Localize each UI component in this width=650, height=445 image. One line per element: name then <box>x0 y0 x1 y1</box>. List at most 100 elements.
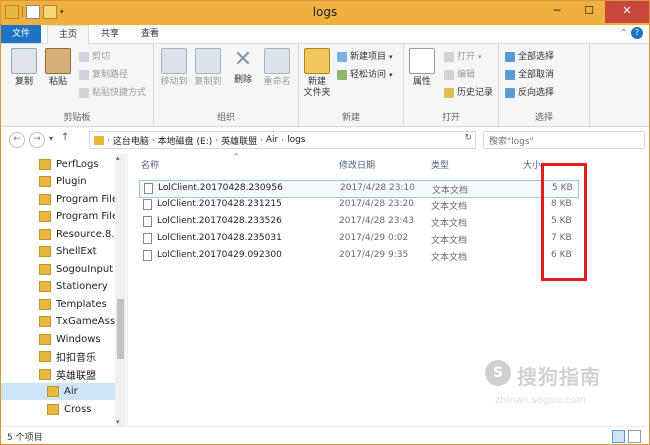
ribbon-tabs: 文件 主页 共享 查看 ⌃ ? <box>1 25 649 45</box>
column-header-name[interactable]: 名称 <box>141 158 159 171</box>
nav-item[interactable]: SogouInput <box>1 261 115 278</box>
watermark-url: zhinan.sogou.com <box>495 395 587 406</box>
collapse-ribbon-icon[interactable]: ⌃ <box>620 28 627 37</box>
nav-item[interactable]: Resource.8.9. <box>1 226 115 243</box>
nav-item[interactable]: 扣扣音乐 <box>1 348 115 365</box>
scroll-up-icon[interactable]: ▴ <box>116 154 120 162</box>
breadcrumb-air[interactable]: Air <box>266 135 278 145</box>
breadcrumb-league[interactable]: 英雄联盟 <box>221 134 257 147</box>
select-none-button[interactable]: 全部取消 <box>505 68 554 82</box>
folder-icon <box>39 159 51 170</box>
paste-button[interactable]: 粘贴 <box>43 48 73 88</box>
folder-icon <box>39 369 51 380</box>
delete-x-icon: ✕ <box>233 47 253 72</box>
invert-selection-button[interactable]: 反向选择 <box>505 86 554 100</box>
details-view-icon[interactable] <box>612 430 625 443</box>
up-button[interactable]: ↑ <box>61 132 69 143</box>
table-row[interactable]: LolClient.20170429.092300 2017/4/29 9:35… <box>139 248 577 264</box>
table-row[interactable]: LolClient.20170428.231215 2017/4/28 23:2… <box>139 197 577 213</box>
breadcrumb-this-pc[interactable]: 这台电脑 <box>113 134 149 147</box>
nav-item[interactable]: ShellExt <box>1 243 115 260</box>
item-count: 5 个项目 <box>7 433 43 443</box>
maximize-button[interactable]: ☐ <box>573 1 605 23</box>
edit-button[interactable]: 编辑 <box>444 68 475 82</box>
recent-locations-chevron-icon[interactable]: ▾ <box>49 134 53 143</box>
breadcrumb-separator-icon: › <box>260 136 263 144</box>
watermark: S 搜狗指南 zhinan.sogou.com <box>471 356 641 416</box>
easy-access-button[interactable]: 轻松访问 ▾ <box>337 68 393 82</box>
move-to-button[interactable]: 移动到 <box>158 48 190 88</box>
nav-item[interactable]: TxGameAssist <box>1 313 115 330</box>
edit-icon <box>444 70 454 80</box>
address-bar[interactable]: › 这台电脑 › 本地磁盘 (E:) › 英雄联盟 › Air › logs ↻ <box>89 131 476 149</box>
tab-share[interactable]: 共享 <box>93 25 127 43</box>
column-header-date[interactable]: 修改日期 <box>339 158 375 171</box>
copy-button[interactable]: 复制 <box>9 48 39 88</box>
nav-item[interactable]: Stationery <box>1 278 115 295</box>
nav-item[interactable]: Windows <box>1 331 115 348</box>
folder-icon <box>39 264 51 275</box>
table-row[interactable]: LolClient.20170428.233526 2017/4/28 23:4… <box>139 214 577 230</box>
delete-button[interactable]: ✕ 删除 <box>228 48 258 86</box>
new-item-button[interactable]: 新建项目 ▾ <box>337 50 393 64</box>
group-label-select: 选择 <box>534 113 553 123</box>
nav-item[interactable]: 英雄联盟 <box>1 366 115 383</box>
large-icons-view-icon[interactable] <box>628 430 641 443</box>
nav-item[interactable]: Program Files <box>1 191 115 208</box>
help-icon[interactable]: ? <box>631 27 643 39</box>
new-item-icon <box>337 52 347 62</box>
properties-button[interactable]: 属性 <box>406 48 438 88</box>
nav-item[interactable]: Cross <box>1 401 115 418</box>
close-button[interactable]: ✕ <box>605 1 649 23</box>
highlight-annotation-box <box>541 163 587 281</box>
scroll-down-icon[interactable]: ▾ <box>116 418 120 426</box>
dropdown-arrow-icon: ▾ <box>478 53 482 61</box>
copy-to-button[interactable]: 复制到 <box>192 48 224 88</box>
nav-scrollbar[interactable]: ▴ ▾ <box>115 154 126 426</box>
scrollbar-thumb[interactable] <box>117 299 124 359</box>
nav-item-selected[interactable]: Air <box>1 383 115 400</box>
group-select: 全部选择 全部取消 反向选择 选择 <box>499 44 590 126</box>
nav-item[interactable]: Plugin <box>1 173 115 190</box>
breadcrumb-logs[interactable]: logs <box>287 135 305 145</box>
group-label-open: 打开 <box>441 113 460 123</box>
new-folder-button[interactable]: 新建 文件夹 <box>301 48 333 99</box>
folder-icon <box>39 299 51 310</box>
folder-icon <box>39 281 51 292</box>
history-icon <box>444 88 454 98</box>
tab-view[interactable]: 查看 <box>133 25 167 43</box>
select-none-icon <box>505 70 515 80</box>
paste-shortcut-button[interactable]: 粘贴快捷方式 <box>79 86 146 100</box>
select-all-button[interactable]: 全部选择 <box>505 50 554 64</box>
minimize-button[interactable]: ─ <box>541 1 573 23</box>
group-organize: 移动到 复制到 ✕ 删除 重命名 组织 <box>154 44 299 126</box>
forward-button[interactable]: → <box>29 132 45 148</box>
cut-button[interactable]: 剪切 <box>79 50 110 64</box>
search-input[interactable]: 搜索"logs" ⌕ <box>483 131 645 149</box>
column-header-size[interactable]: 大小 <box>523 158 541 171</box>
nav-item[interactable]: PerfLogs <box>1 156 115 173</box>
nav-item[interactable]: Templates <box>1 296 115 313</box>
nav-item[interactable]: Program Files <box>1 208 115 225</box>
breadcrumb-separator-icon: › <box>107 136 110 144</box>
table-row[interactable]: LolClient.20170428.235031 2017/4/29 0:02… <box>139 231 577 247</box>
group-open: 属性 打开 ▾ 编辑 历史记录 打开 <box>404 44 499 126</box>
history-button[interactable]: 历史记录 <box>444 86 493 100</box>
paste-shortcut-icon <box>79 88 89 98</box>
tab-home[interactable]: 主页 <box>47 25 89 45</box>
tab-file[interactable]: 文件 <box>1 25 41 43</box>
text-file-icon <box>143 216 152 227</box>
folder-icon <box>39 316 51 327</box>
table-row[interactable]: LolClient.20170428.230956 2017/4/28 23:1… <box>139 180 579 198</box>
refresh-icon[interactable]: ↻ <box>464 133 472 143</box>
watermark-text: 搜狗指南 <box>517 365 601 389</box>
rename-button[interactable]: 重命名 <box>260 48 294 88</box>
breadcrumb-drive-e[interactable]: 本地磁盘 (E:) <box>158 134 213 147</box>
ribbon: 复制 粘贴 剪切 复制路径 粘贴快捷方式 剪贴板 移动到 复制到 ✕ 删除 重命… <box>1 44 649 127</box>
sogou-logo-icon: S <box>485 360 511 386</box>
open-button[interactable]: 打开 ▾ <box>444 50 482 64</box>
address-row: ← → ▾ ↑ › 这台电脑 › 本地磁盘 (E:) › 英雄联盟 › Air … <box>1 127 649 153</box>
copy-path-button[interactable]: 复制路径 <box>79 68 128 82</box>
column-header-type[interactable]: 类型 <box>431 158 449 171</box>
back-button[interactable]: ← <box>9 132 25 148</box>
